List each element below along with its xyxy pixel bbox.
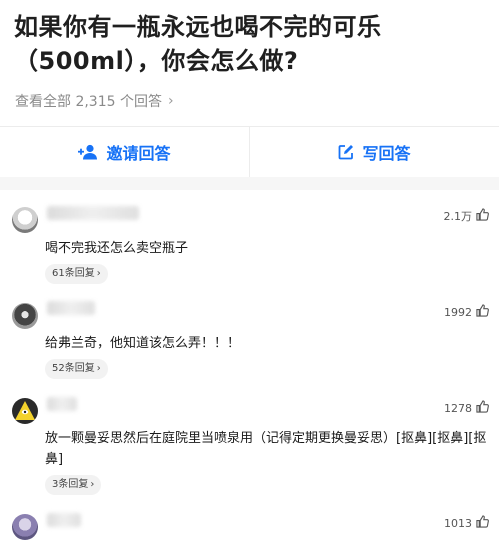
like-count[interactable]: 2.1万 xyxy=(444,208,490,224)
section-divider xyxy=(0,177,499,190)
question-title: 如果你有一瓶永远也喝不完的可乐（500ml），你会怎么做? xyxy=(14,13,382,75)
avatar[interactable] xyxy=(12,514,38,540)
chevron-right-icon: › xyxy=(167,93,174,109)
author-name-blurred[interactable] xyxy=(47,206,139,220)
like-count-value: 1278 xyxy=(444,401,472,415)
invite-answer-button[interactable]: 邀请回答 xyxy=(0,127,249,177)
like-count-value: 1992 xyxy=(444,305,472,319)
avatar[interactable] xyxy=(12,303,38,329)
thumbs-up-icon xyxy=(476,304,489,320)
like-count[interactable]: 1013 xyxy=(444,515,489,531)
replies-button[interactable]: 52条回复 › xyxy=(45,359,108,379)
chevron-right-icon: › xyxy=(96,363,101,374)
triangle-avatar-icon xyxy=(15,401,35,420)
like-count-value: 2.1万 xyxy=(443,210,473,223)
replies-button[interactable]: 3条回复 › xyxy=(45,475,102,495)
replies-button[interactable]: 61条回复 › xyxy=(45,264,108,284)
view-all-answers-label: 查看全部 2,315 个回答 xyxy=(15,94,162,110)
avatar[interactable] xyxy=(12,207,38,233)
author-name-blurred[interactable] xyxy=(47,301,95,315)
answer-text: 喝不完我还怎么卖空瓶子 xyxy=(45,241,189,256)
thumbs-up-icon xyxy=(476,400,489,416)
thumbs-up-icon xyxy=(476,515,489,531)
like-count[interactable]: 1992 xyxy=(444,304,489,320)
invite-user-icon xyxy=(78,144,98,160)
like-count[interactable]: 1278 xyxy=(444,400,489,416)
write-answer-label: 写回答 xyxy=(362,144,411,163)
thumbs-up-icon xyxy=(476,208,489,224)
like-count-value: 1013 xyxy=(444,516,472,530)
chevron-right-icon: › xyxy=(90,479,95,490)
replies-count: 3条回复 xyxy=(52,479,89,490)
replies-count: 61条回复 xyxy=(52,268,95,279)
author-name-blurred[interactable] xyxy=(47,513,81,527)
invite-answer-label: 邀请回答 xyxy=(106,144,171,163)
view-all-answers-link[interactable]: 查看全部 2,315 个回答 › xyxy=(15,91,174,111)
edit-icon xyxy=(338,144,354,160)
replies-count: 52条回复 xyxy=(52,363,95,374)
answer-action-bar: 邀请回答 写回答 xyxy=(0,126,499,178)
answer-text: 放一颗曼妥思然后在庭院里当喷泉用（记得定期更换曼妥思）[抠鼻][抠鼻][抠鼻] xyxy=(45,431,487,467)
chevron-right-icon: › xyxy=(96,268,101,279)
answer-text: 给弗兰奇，他知道该怎么弄！！！ xyxy=(45,336,241,351)
avatar[interactable] xyxy=(12,398,38,424)
write-answer-button[interactable]: 写回答 xyxy=(249,127,499,177)
author-name-blurred[interactable] xyxy=(47,397,77,411)
